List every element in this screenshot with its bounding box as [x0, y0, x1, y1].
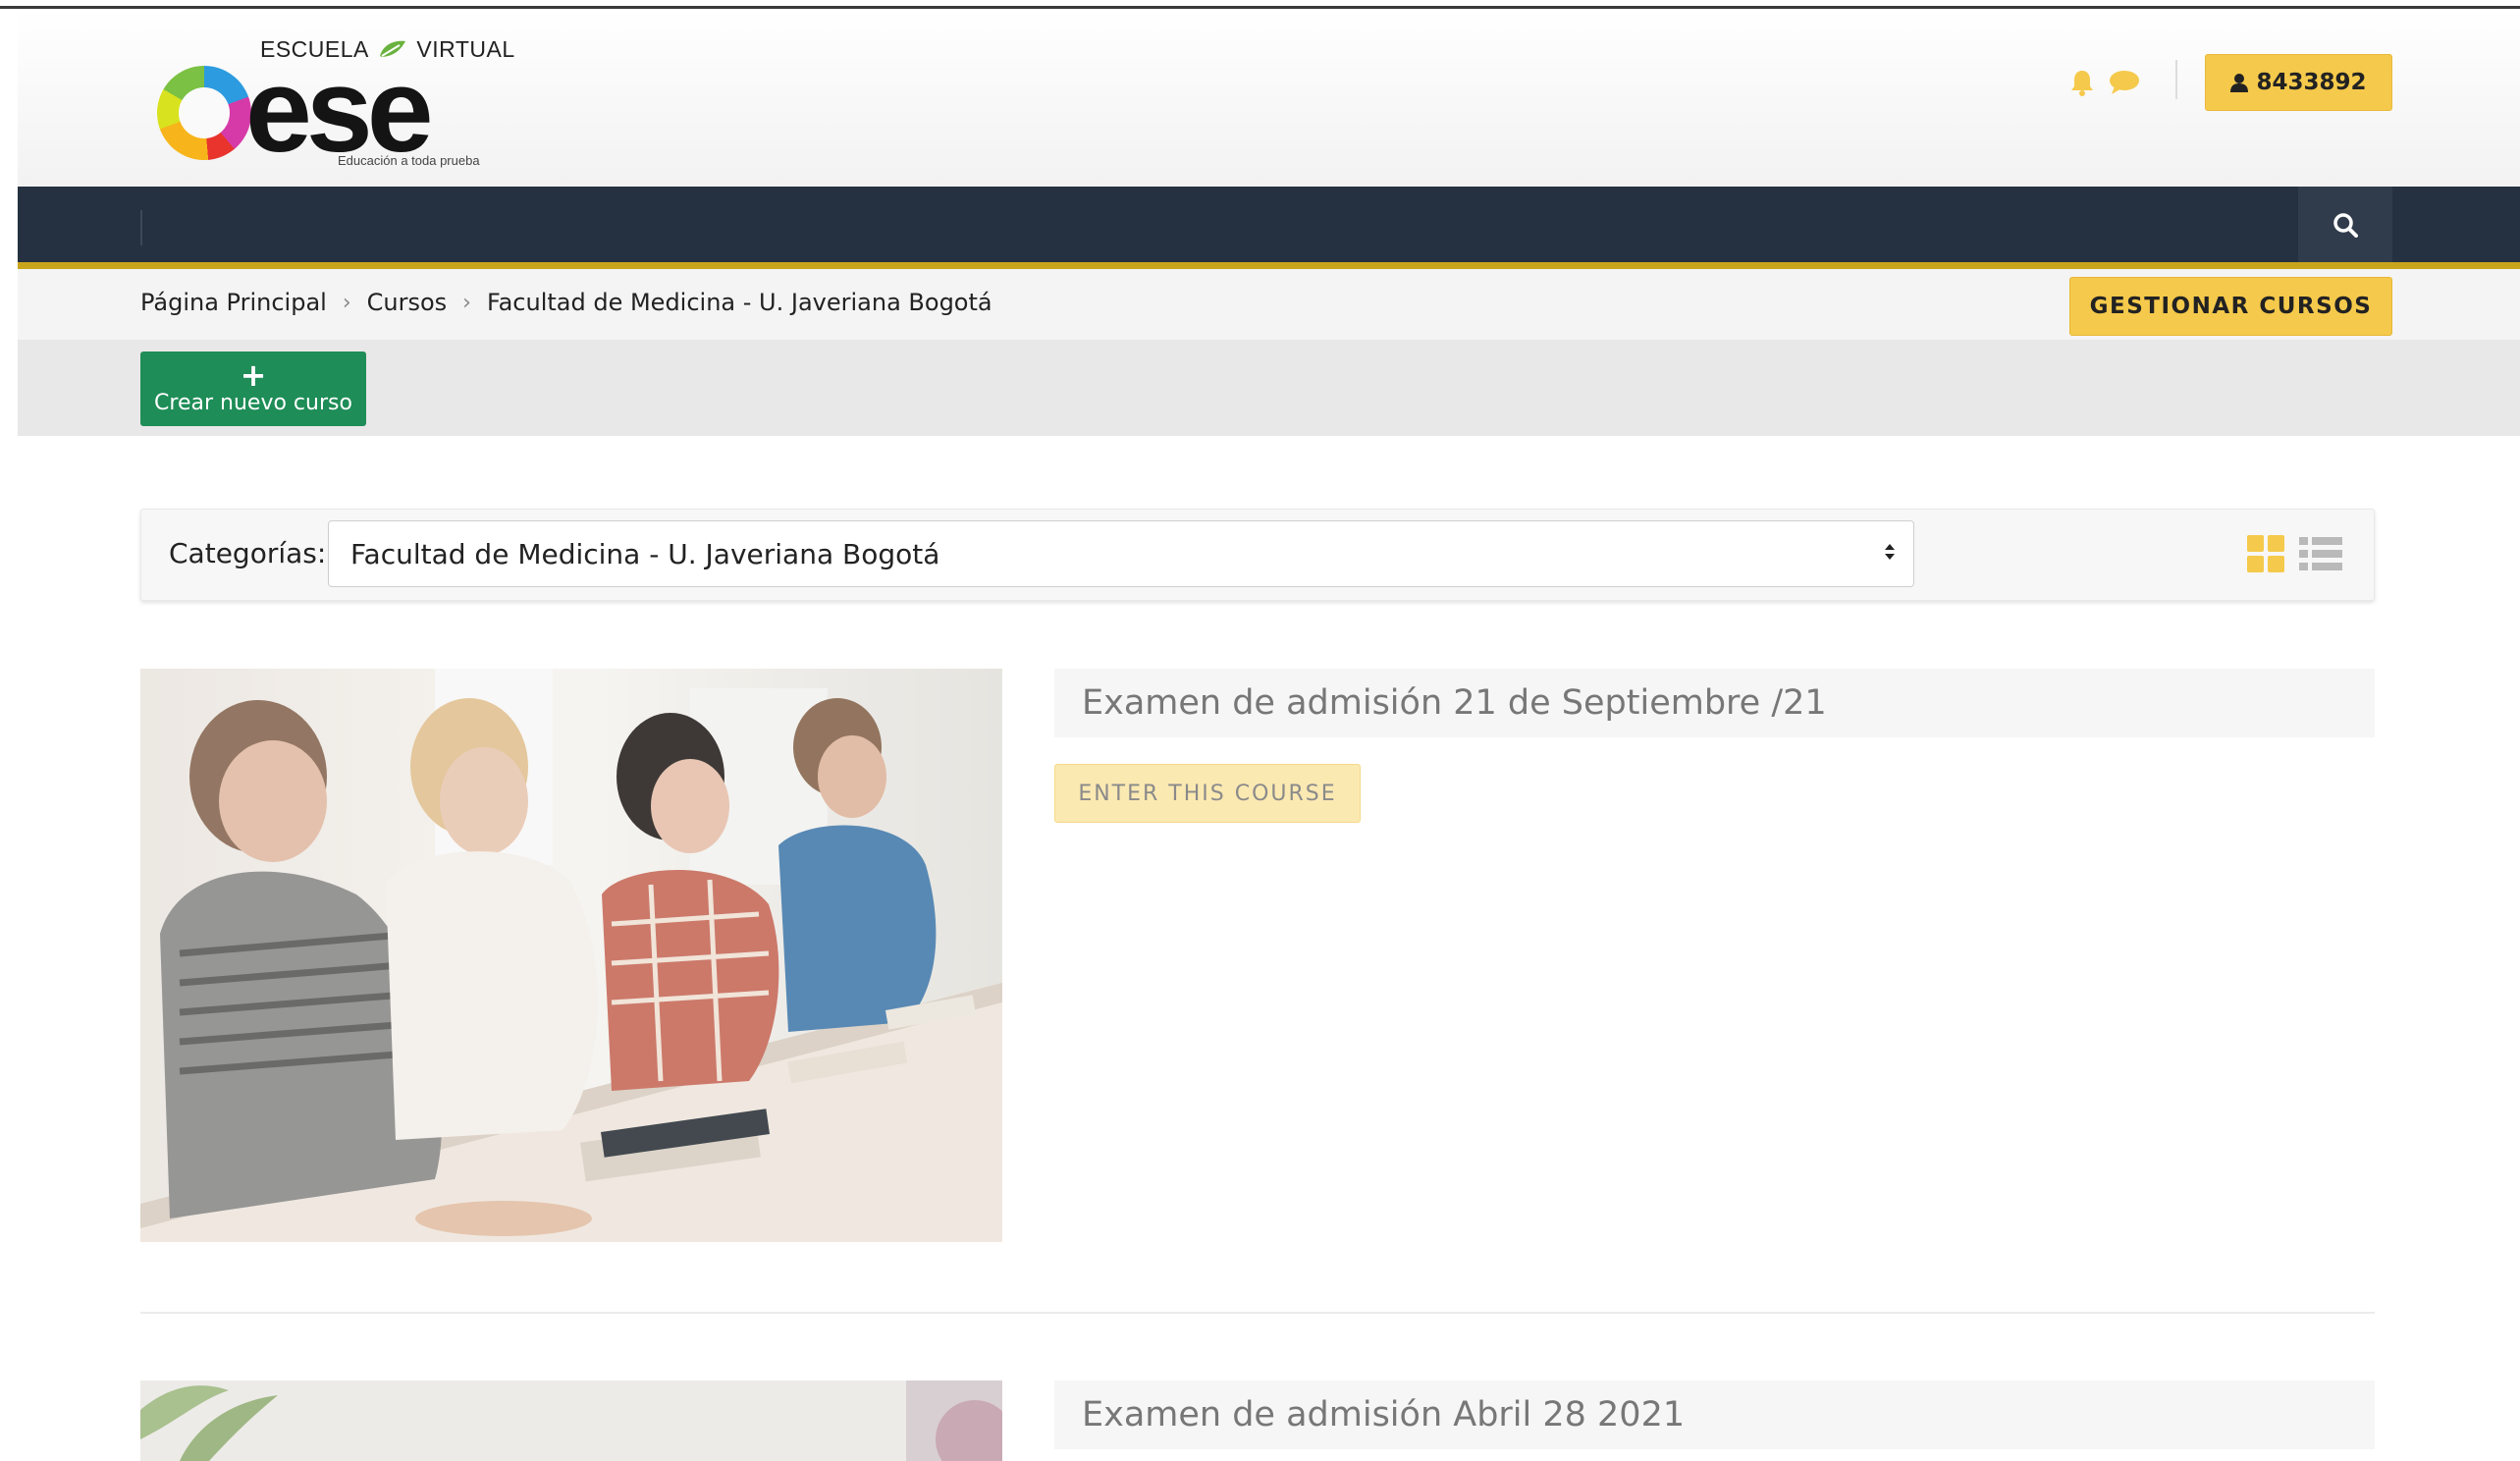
grid-view-icon[interactable] [2247, 535, 2284, 572]
breadcrumb: Página Principal › Cursos › Facultad de … [140, 289, 992, 316]
category-filter-bar: Categorías: Facultad de Medicina - U. Ja… [140, 509, 2375, 601]
enter-course-button[interactable]: ENTER THIS COURSE [1054, 764, 1361, 823]
breadcrumb-home[interactable]: Página Principal [140, 289, 327, 316]
window-top-border [0, 0, 2520, 9]
course-title[interactable]: Examen de admisión Abril 28 2021 [1054, 1380, 2375, 1449]
create-course-button[interactable]: + Crear nuevo curso [140, 352, 366, 426]
course-title[interactable]: Examen de admisión 21 de Septiembre /21 [1054, 669, 2375, 737]
chevron-right-icon: › [342, 290, 351, 315]
category-select[interactable]: Facultad de Medicina - U. Javeriana Bogo… [328, 520, 1914, 587]
search-icon [2333, 212, 2358, 238]
course-image[interactable] [140, 669, 1002, 1242]
main-navbar [18, 187, 2520, 269]
course-card: Examen de admisión Abril 28 2021 [140, 1380, 2375, 1461]
nav-divider [140, 210, 142, 245]
course-image[interactable] [140, 1380, 1002, 1461]
category-label: Categorías: [169, 537, 327, 569]
course-photo [140, 1380, 1002, 1461]
create-course-label: Crear nuevo curso [154, 391, 352, 415]
user-id-label: 8433892 [2256, 70, 2367, 95]
manage-courses-button[interactable]: GESTIONAR CURSOS [2069, 277, 2392, 336]
course-card: Examen de admisión 21 de Septiembre /21 … [140, 669, 2375, 1258]
select-arrows-icon [1884, 543, 1896, 561]
list-view-icon[interactable] [2299, 535, 2342, 572]
breadcrumb-bar: Página Principal › Cursos › Facultad de … [18, 269, 2520, 340]
logo-ring-icon [157, 66, 251, 160]
students-photo [140, 669, 1002, 1242]
header-separator [2175, 60, 2177, 99]
chat-bubble-icon[interactable] [2109, 70, 2140, 95]
plus-icon: + [240, 356, 267, 394]
header-notifications [2069, 69, 2140, 96]
bell-icon[interactable] [2069, 69, 2095, 96]
course-divider [140, 1312, 2375, 1314]
user-icon [2230, 74, 2249, 92]
logo-tagline: Educación a toda prueba [338, 153, 480, 168]
breadcrumb-courses[interactable]: Cursos [367, 289, 448, 316]
site-logo[interactable]: ESCUELA VIRTUAL ese Educación a toda pru… [140, 36, 514, 179]
search-button[interactable] [2298, 187, 2392, 262]
left-margin-strip [0, 9, 18, 1461]
breadcrumb-current: Facultad de Medicina - U. Javeriana Bogo… [486, 289, 992, 316]
site-header: ESCUELA VIRTUAL ese Educación a toda pru… [18, 9, 2520, 187]
action-bar: + Crear nuevo curso [18, 340, 2520, 436]
user-menu-button[interactable]: 8433892 [2205, 54, 2392, 111]
category-selected-value: Facultad de Medicina - U. Javeriana Bogo… [350, 537, 940, 570]
chevron-right-icon: › [462, 290, 471, 315]
